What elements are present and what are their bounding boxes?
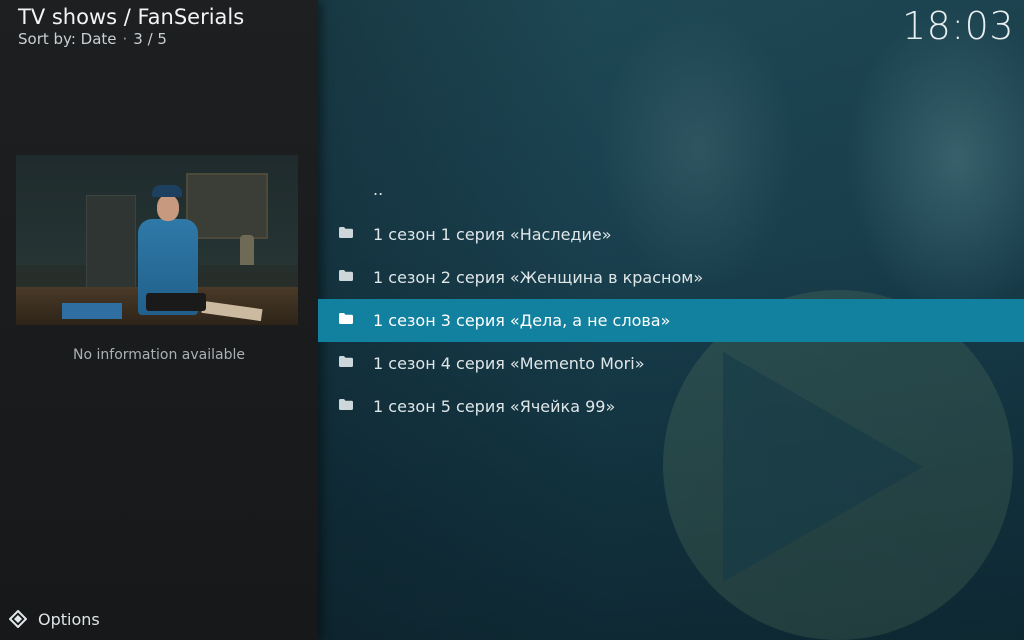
kodi-screen: TV shows / FanSerials Sort by: Date · 3 / … — [0, 0, 1024, 640]
list-item-label: 1 сезон 4 серия «Memento Mori» — [373, 354, 645, 373]
options-icon — [8, 609, 28, 629]
separator: · — [122, 30, 128, 48]
folder-icon — [339, 313, 353, 324]
parent-folder-label: .. — [373, 180, 384, 199]
folder-icon — [339, 270, 353, 281]
item-position: 3 / 5 — [133, 30, 167, 48]
folder-icon — [339, 399, 353, 410]
folder-icon — [339, 356, 353, 367]
episode-thumbnail — [16, 155, 298, 325]
folder-icon — [339, 227, 353, 238]
list-item-label: 1 сезон 2 серия «Женщина в красном» — [373, 268, 704, 287]
list-item-selected[interactable]: 1 сезон 3 серия «Дела, а не слова» — [318, 299, 1024, 342]
sort-info: Sort by: Date · 3 / 5 — [18, 30, 167, 48]
options-button[interactable]: Options — [8, 609, 100, 629]
sort-label: Sort by: Date — [18, 30, 117, 48]
info-panel: TV shows / FanSerials Sort by: Date · 3 / … — [0, 0, 318, 640]
clock: 18:03 — [901, 4, 1014, 48]
list-item[interactable]: 1 сезон 4 серия «Memento Mori» — [318, 342, 1024, 385]
no-information-text: No information available — [73, 347, 245, 363]
page-title: TV shows / FanSerials — [18, 5, 245, 29]
list-item[interactable]: 1 сезон 5 серия «Ячейка 99» — [318, 385, 1024, 428]
list-item-label: 1 сезон 1 серия «Наследие» — [373, 225, 612, 244]
episode-list: .. 1 сезон 1 серия «Наследие» 1 сезон 2 … — [318, 170, 1024, 428]
options-label: Options — [38, 609, 100, 629]
list-item[interactable]: 1 сезон 1 серия «Наследие» — [318, 213, 1024, 256]
list-item-label: 1 сезон 3 серия «Дела, а не слова» — [373, 311, 671, 330]
list-item-label: 1 сезон 5 серия «Ячейка 99» — [373, 397, 616, 416]
parent-folder-item[interactable]: .. — [318, 170, 1024, 213]
list-item[interactable]: 1 сезон 2 серия «Женщина в красном» — [318, 256, 1024, 299]
